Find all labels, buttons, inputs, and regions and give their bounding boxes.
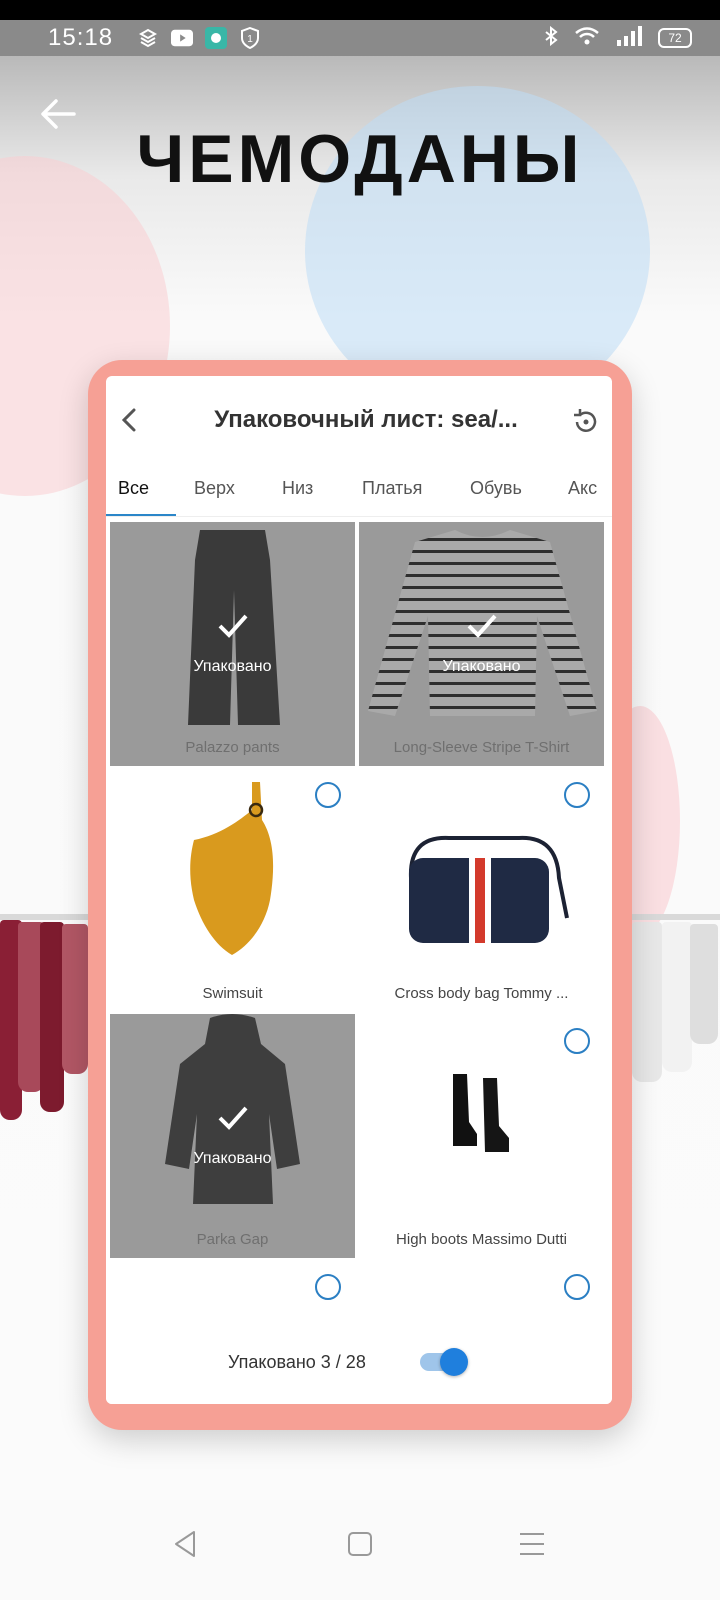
phone-preview-frame: Упаковочный лист: sea/... Все Верх Низ П… (88, 360, 632, 1430)
signal-icon (616, 25, 642, 51)
hanging-clothes (662, 922, 692, 1072)
tab-tops[interactable]: Верх (194, 478, 235, 499)
check-icon (467, 614, 496, 638)
item-name: Cross body bag Tommy ... (394, 985, 569, 1002)
swimsuit-image (190, 782, 274, 955)
select-item-checkbox[interactable] (564, 1028, 590, 1054)
item-card[interactable]: Упаковано Palazzo pants (110, 522, 355, 766)
tab-accessories[interactable]: Акс (568, 478, 597, 499)
item-card[interactable]: Упаковано Parka Gap (110, 1014, 355, 1258)
tab-bottoms[interactable]: Низ (282, 478, 313, 499)
system-nav-bar (0, 1500, 720, 1600)
select-item-checkbox[interactable] (315, 782, 341, 808)
app-green-icon (205, 27, 228, 49)
tab-shoes[interactable]: Обувь (470, 478, 522, 499)
packing-footer: Упаковано 3 / 28 (106, 1318, 612, 1404)
hanging-clothes (632, 922, 662, 1082)
select-item-checkbox[interactable] (564, 1274, 590, 1300)
packed-label: Упаковано (193, 1150, 272, 1167)
toggle-knob (440, 1348, 468, 1376)
status-bar: 15:18 1 72 (0, 20, 720, 56)
packed-label: Упаковано (442, 658, 521, 675)
item-card[interactable]: Cross body bag Tommy ... (359, 768, 604, 1012)
item-name: High boots Massimo Dutti (396, 1231, 567, 1248)
item-name: Palazzo pants (185, 739, 280, 756)
item-card[interactable]: Упаковано Long-Sleeve Stripe T-Shirt (359, 522, 604, 766)
clothes-rail-right (632, 914, 720, 920)
shield-icon: 1 (239, 27, 261, 49)
page-title: ЧЕМОДАНЫ (136, 121, 584, 197)
high-boots-image (453, 1074, 509, 1152)
tab-all[interactable]: Все (118, 478, 149, 499)
svg-text:1: 1 (247, 34, 253, 45)
packed-overlay: Упаковано (110, 1100, 355, 1168)
item-card-partial[interactable] (110, 1260, 355, 1300)
item-name: Long-Sleeve Stripe T-Shirt (393, 739, 570, 756)
hanging-clothes (62, 924, 88, 1074)
bluetooth-icon (544, 25, 558, 51)
hanging-clothes (690, 924, 718, 1044)
app-notification-icon (137, 27, 159, 49)
select-item-checkbox[interactable] (564, 782, 590, 808)
packing-list-title: Упаковочный лист: sea/... (214, 406, 518, 433)
app-screen: Упаковочный лист: sea/... Все Верх Низ П… (106, 376, 612, 1404)
wifi-icon (574, 26, 600, 51)
packed-overlay: Упаковано (110, 608, 355, 676)
item-name: Parka Gap (196, 1231, 269, 1248)
tab-dresses[interactable]: Платья (362, 478, 422, 499)
nav-home-icon[interactable] (340, 1524, 380, 1564)
history-reset-icon[interactable] (570, 406, 602, 438)
item-card[interactable]: Swimsuit (110, 768, 355, 1012)
crossbody-bag-image (408, 835, 569, 943)
select-item-checkbox[interactable] (315, 1274, 341, 1300)
check-icon (218, 1106, 247, 1130)
item-name: Swimsuit (202, 985, 263, 1002)
chevron-left-icon[interactable] (116, 406, 144, 434)
category-tabs: Все Верх Низ Платья Обувь Акс (106, 466, 612, 517)
check-icon (218, 614, 247, 638)
nav-menu-icon[interactable] (512, 1524, 552, 1564)
top-edge (0, 0, 720, 20)
battery-indicator: 72 (658, 28, 692, 48)
hanging-clothes (40, 922, 64, 1112)
tab-active-indicator (106, 514, 176, 516)
app-header: Упаковочный лист: sea/... (106, 376, 612, 466)
packed-overlay: Упаковано (359, 608, 604, 676)
status-time: 15:18 (48, 24, 114, 51)
packed-count: Упаковано 3 / 28 (228, 1352, 366, 1372)
show-packed-toggle[interactable] (420, 1348, 468, 1376)
packed-label: Упаковано (193, 658, 272, 675)
youtube-icon (171, 27, 194, 49)
item-card[interactable]: High boots Massimo Dutti (359, 1014, 604, 1258)
nav-back-icon[interactable] (166, 1524, 206, 1564)
item-card-partial[interactable] (359, 1260, 604, 1300)
